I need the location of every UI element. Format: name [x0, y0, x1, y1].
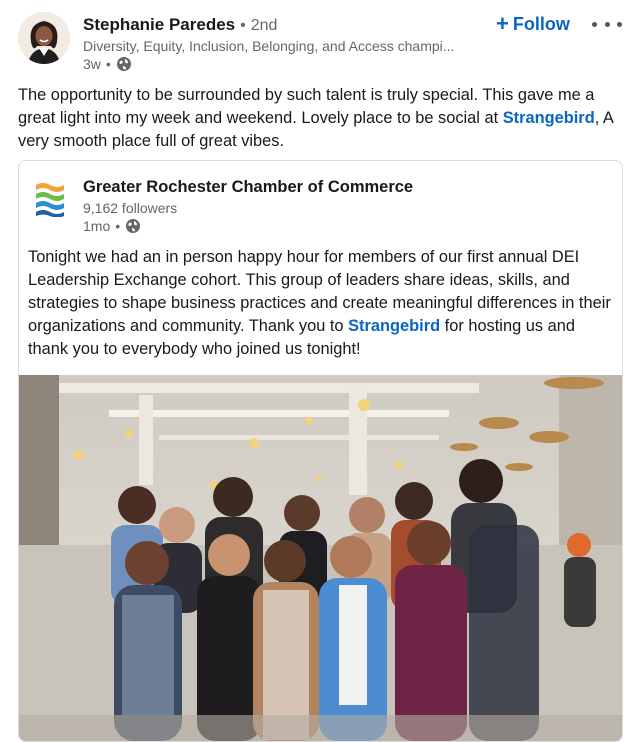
separator-dot: •	[240, 17, 246, 34]
follow-button[interactable]: + Follow	[496, 10, 570, 38]
group-photo[interactable]	[19, 375, 622, 741]
shared-post-time: 1mo	[83, 218, 111, 234]
follow-label: Follow	[512, 13, 570, 34]
feed-post: Stephanie Paredes • 2nd Diversity, Equit…	[0, 0, 640, 742]
post-meta: 3w •	[83, 56, 132, 72]
org-name[interactable]: Greater Rochester Chamber of Commerce	[83, 178, 413, 197]
shared-post-card[interactable]: Greater Rochester Chamber of Commerce 9,…	[18, 160, 623, 742]
mention-link[interactable]: Strangebird	[503, 109, 595, 127]
separator-dot: •	[115, 218, 121, 234]
post-time: 3w	[83, 56, 101, 72]
connection-degree: 2nd	[250, 17, 278, 34]
post-text: The opportunity to be surrounded by such…	[18, 84, 622, 153]
globe-icon	[116, 56, 132, 72]
plus-icon: +	[496, 11, 509, 36]
separator-dot: •	[105, 56, 111, 72]
author-avatar[interactable]	[18, 12, 70, 64]
shared-post-meta: 1mo •	[83, 218, 141, 234]
author-headline: Diversity, Equity, Inclusion, Belonging,…	[83, 38, 455, 54]
more-options-icon[interactable]	[592, 14, 622, 34]
shared-post-text: Tonight we had an in person happy hour f…	[28, 246, 613, 361]
globe-icon	[125, 218, 141, 234]
org-logo[interactable]	[33, 179, 67, 218]
author-line: Stephanie Paredes • 2nd	[83, 15, 277, 37]
org-followers: 9,162 followers	[83, 200, 178, 216]
mention-link[interactable]: Strangebird	[348, 317, 440, 335]
author-name[interactable]: Stephanie Paredes	[83, 15, 235, 35]
